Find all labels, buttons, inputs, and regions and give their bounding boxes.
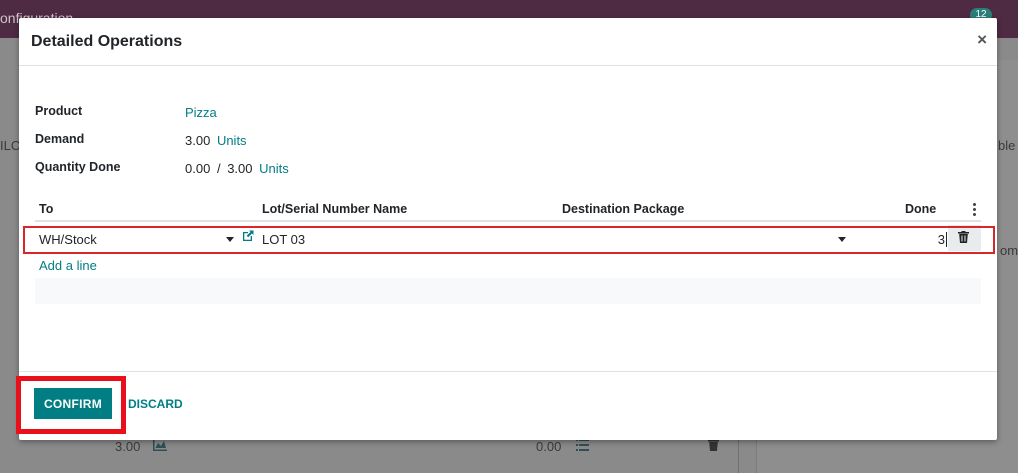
column-header-done[interactable]: Done [905, 202, 936, 216]
trash-icon [708, 439, 719, 454]
background-quantity: 3.00 [115, 439, 141, 454]
quantity-separator: / [216, 161, 221, 176]
quantity-total: 3.00 [227, 161, 253, 176]
background-text-fragment: ILO [0, 138, 21, 153]
table-header-divider [35, 220, 981, 222]
discard-button[interactable]: DISCARD [122, 388, 189, 419]
optional-columns-icon[interactable] [973, 203, 977, 218]
dialog-header: Detailed Operations × [19, 18, 997, 66]
list-detail-icon [576, 439, 589, 454]
column-header-package[interactable]: Destination Package [562, 202, 684, 216]
demand-value: 3.00 Units [185, 133, 247, 148]
demand-uom: Units [216, 133, 247, 148]
product-label: Product [35, 104, 83, 118]
background-divider [738, 440, 739, 473]
dialog-title: Detailed Operations [31, 33, 183, 50]
quantity-done-amount: 0.00 [185, 161, 211, 176]
background-quantity-done: 0.00 [536, 439, 562, 454]
demand-quantity: 3.00 [185, 133, 211, 148]
empty-table-row [35, 278, 981, 304]
column-header-to[interactable]: To [39, 202, 53, 216]
confirm-highlight-annotation [16, 376, 126, 434]
background-text-fragment: ble a [998, 138, 1018, 153]
quantity-done-value: 0.00 / 3.00 Units [185, 161, 289, 176]
demand-label: Demand [35, 132, 85, 146]
product-link[interactable]: Pizza [185, 105, 217, 120]
close-icon[interactable]: × [977, 30, 987, 50]
quantity-done-label: Quantity Done [35, 160, 121, 174]
row-highlight-annotation [23, 226, 995, 254]
column-header-lot[interactable]: Lot/Serial Number Name [262, 202, 407, 216]
background-text-fragment: om [1000, 243, 1018, 258]
add-line-link[interactable]: Add a line [39, 258, 97, 273]
dialog-footer-divider [19, 371, 997, 372]
forecast-chart-icon [153, 439, 167, 454]
quantity-uom: Units [259, 161, 289, 176]
detailed-operations-dialog: Detailed Operations × Product Pizza Dema… [19, 18, 997, 440]
